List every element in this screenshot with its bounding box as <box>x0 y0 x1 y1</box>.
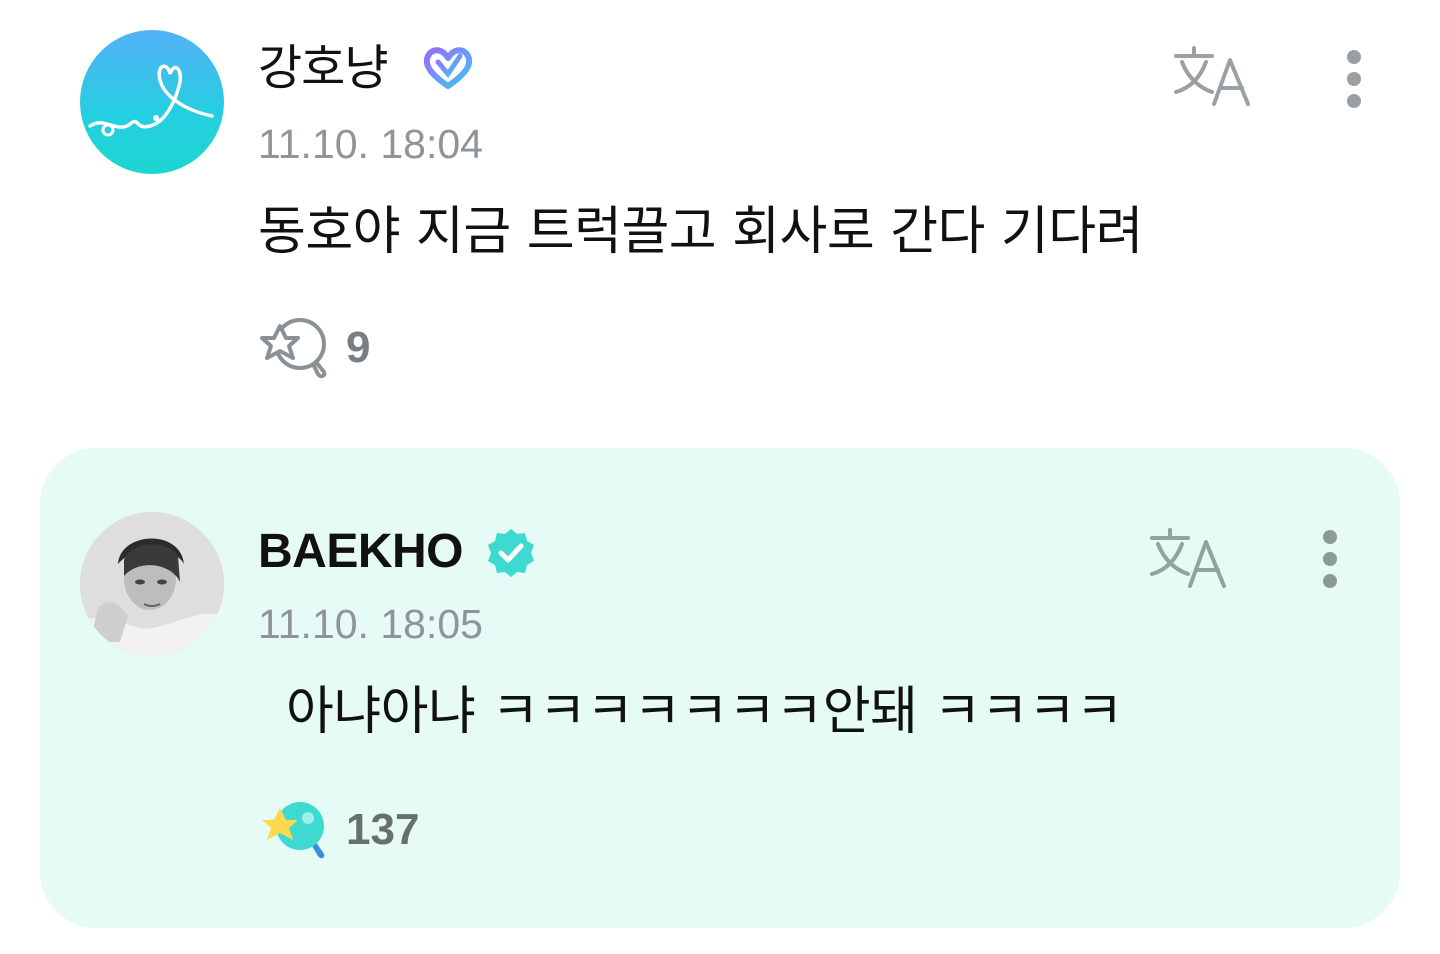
reaction-count: 137 <box>346 805 420 854</box>
avatar[interactable] <box>80 512 224 656</box>
verified-check-badge-icon <box>488 529 534 577</box>
translate-button[interactable] <box>1148 526 1228 590</box>
comment-text: 아냐아냐 ㅋㅋㅋㅋㅋㅋㅋ안돼 ㅋㅋㅋㅋ <box>286 682 1123 742</box>
timestamp: 11.10. 18:05 <box>258 601 483 647</box>
comment-thread: 강호냥 11.10. 18:04 동호야 지금 트럭끌고 회사로 간다 기다려 <box>0 0 1440 954</box>
artist-comment: BAEKHO 11.10. 18:05 아냐아냐 ㅋㅋㅋㅋㅋㅋㅋ안돼 ㅋㅋㅋㅋ <box>0 0 1440 954</box>
artist-photo <box>80 512 224 656</box>
translate-icon <box>1150 528 1226 588</box>
more-options-button[interactable] <box>1310 524 1350 596</box>
author-name[interactable]: BAEKHO <box>258 528 464 576</box>
star-lollipop-filled-icon <box>262 802 325 859</box>
